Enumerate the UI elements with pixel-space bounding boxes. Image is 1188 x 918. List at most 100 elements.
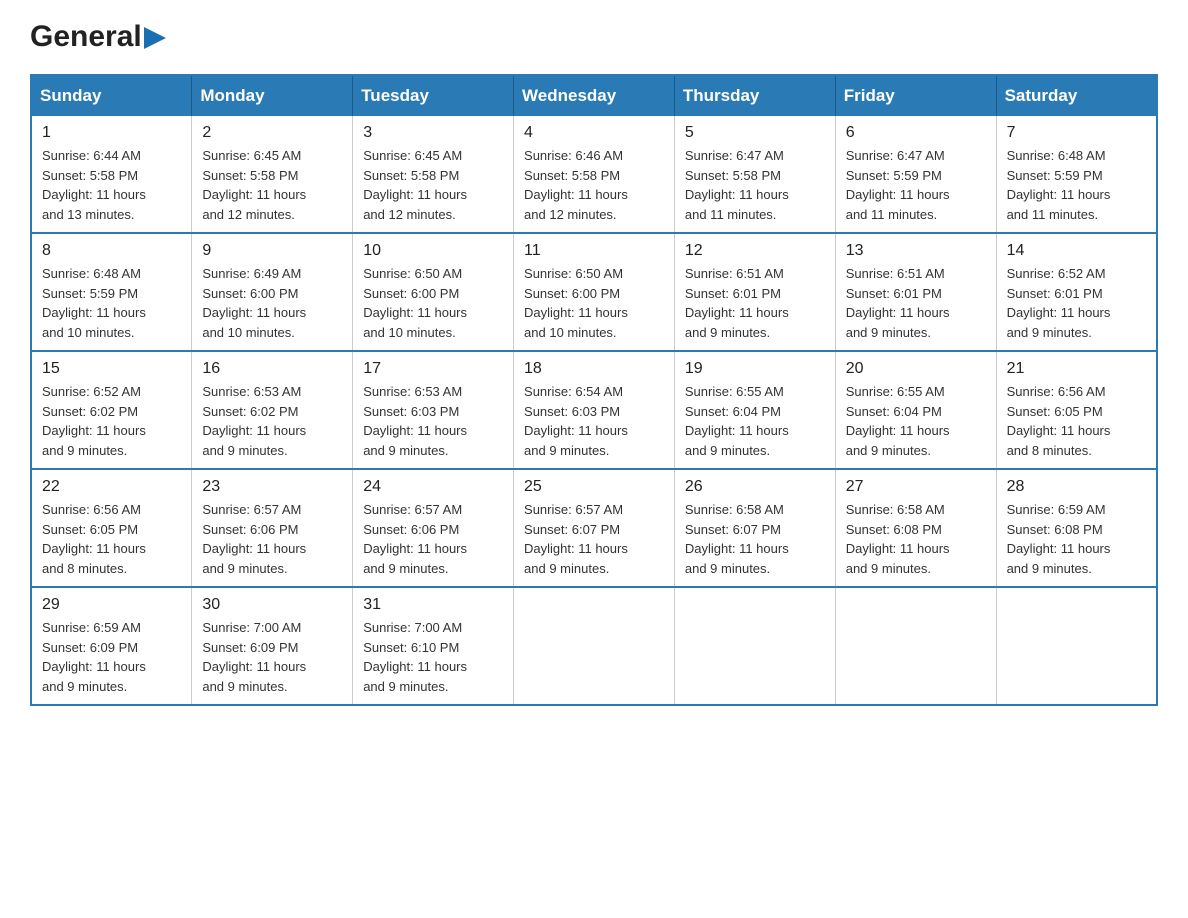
calendar-header-wednesday: Wednesday [514, 75, 675, 116]
calendar-cell: 7 Sunrise: 6:48 AM Sunset: 5:59 PM Dayli… [996, 116, 1157, 233]
logo-general-part: General [30, 20, 142, 54]
day-number: 9 [202, 242, 342, 260]
day-info: Sunrise: 6:57 AM Sunset: 6:06 PM Dayligh… [363, 500, 503, 578]
calendar-cell: 14 Sunrise: 6:52 AM Sunset: 6:01 PM Dayl… [996, 233, 1157, 351]
day-info: Sunrise: 6:51 AM Sunset: 6:01 PM Dayligh… [685, 264, 825, 342]
day-number: 23 [202, 478, 342, 496]
day-info: Sunrise: 6:47 AM Sunset: 5:59 PM Dayligh… [846, 146, 986, 224]
day-number: 17 [363, 360, 503, 378]
day-number: 18 [524, 360, 664, 378]
calendar-cell: 24 Sunrise: 6:57 AM Sunset: 6:06 PM Dayl… [353, 469, 514, 587]
day-number: 31 [363, 596, 503, 614]
calendar-cell: 12 Sunrise: 6:51 AM Sunset: 6:01 PM Dayl… [674, 233, 835, 351]
day-info: Sunrise: 6:53 AM Sunset: 6:03 PM Dayligh… [363, 382, 503, 460]
day-info: Sunrise: 6:53 AM Sunset: 6:02 PM Dayligh… [202, 382, 342, 460]
day-info: Sunrise: 6:46 AM Sunset: 5:58 PM Dayligh… [524, 146, 664, 224]
day-number: 28 [1007, 478, 1146, 496]
calendar-cell: 20 Sunrise: 6:55 AM Sunset: 6:04 PM Dayl… [835, 351, 996, 469]
calendar-cell: 19 Sunrise: 6:55 AM Sunset: 6:04 PM Dayl… [674, 351, 835, 469]
calendar-header-row: SundayMondayTuesdayWednesdayThursdayFrid… [31, 75, 1157, 116]
calendar-cell: 21 Sunrise: 6:56 AM Sunset: 6:05 PM Dayl… [996, 351, 1157, 469]
calendar-cell [996, 587, 1157, 705]
day-info: Sunrise: 6:45 AM Sunset: 5:58 PM Dayligh… [202, 146, 342, 224]
day-number: 6 [846, 124, 986, 142]
day-number: 29 [42, 596, 181, 614]
day-number: 15 [42, 360, 181, 378]
day-number: 8 [42, 242, 181, 260]
calendar-cell: 16 Sunrise: 6:53 AM Sunset: 6:02 PM Dayl… [192, 351, 353, 469]
calendar-cell: 30 Sunrise: 7:00 AM Sunset: 6:09 PM Dayl… [192, 587, 353, 705]
day-number: 27 [846, 478, 986, 496]
day-info: Sunrise: 6:55 AM Sunset: 6:04 PM Dayligh… [846, 382, 986, 460]
calendar-cell: 29 Sunrise: 6:59 AM Sunset: 6:09 PM Dayl… [31, 587, 192, 705]
logo-arrow-icon [144, 27, 166, 49]
day-info: Sunrise: 6:55 AM Sunset: 6:04 PM Dayligh… [685, 382, 825, 460]
day-number: 13 [846, 242, 986, 260]
calendar-cell: 17 Sunrise: 6:53 AM Sunset: 6:03 PM Dayl… [353, 351, 514, 469]
day-info: Sunrise: 6:44 AM Sunset: 5:58 PM Dayligh… [42, 146, 181, 224]
calendar-cell: 31 Sunrise: 7:00 AM Sunset: 6:10 PM Dayl… [353, 587, 514, 705]
day-info: Sunrise: 6:51 AM Sunset: 6:01 PM Dayligh… [846, 264, 986, 342]
calendar-cell: 2 Sunrise: 6:45 AM Sunset: 5:58 PM Dayli… [192, 116, 353, 233]
day-number: 3 [363, 124, 503, 142]
calendar-cell: 3 Sunrise: 6:45 AM Sunset: 5:58 PM Dayli… [353, 116, 514, 233]
calendar-header-friday: Friday [835, 75, 996, 116]
day-info: Sunrise: 6:50 AM Sunset: 6:00 PM Dayligh… [363, 264, 503, 342]
day-number: 14 [1007, 242, 1146, 260]
calendar-header-monday: Monday [192, 75, 353, 116]
calendar-cell [674, 587, 835, 705]
day-number: 25 [524, 478, 664, 496]
day-info: Sunrise: 6:58 AM Sunset: 6:07 PM Dayligh… [685, 500, 825, 578]
calendar-week-row-5: 29 Sunrise: 6:59 AM Sunset: 6:09 PM Dayl… [31, 587, 1157, 705]
day-number: 1 [42, 124, 181, 142]
calendar-table: SundayMondayTuesdayWednesdayThursdayFrid… [30, 74, 1158, 706]
day-info: Sunrise: 6:48 AM Sunset: 5:59 PM Dayligh… [42, 264, 181, 342]
day-info: Sunrise: 6:47 AM Sunset: 5:58 PM Dayligh… [685, 146, 825, 224]
calendar-cell: 28 Sunrise: 6:59 AM Sunset: 6:08 PM Dayl… [996, 469, 1157, 587]
day-number: 21 [1007, 360, 1146, 378]
day-number: 22 [42, 478, 181, 496]
calendar-cell: 5 Sunrise: 6:47 AM Sunset: 5:58 PM Dayli… [674, 116, 835, 233]
day-number: 24 [363, 478, 503, 496]
calendar-cell: 26 Sunrise: 6:58 AM Sunset: 6:07 PM Dayl… [674, 469, 835, 587]
calendar-header-saturday: Saturday [996, 75, 1157, 116]
day-number: 20 [846, 360, 986, 378]
calendar-header-thursday: Thursday [674, 75, 835, 116]
calendar-cell: 1 Sunrise: 6:44 AM Sunset: 5:58 PM Dayli… [31, 116, 192, 233]
day-number: 5 [685, 124, 825, 142]
calendar-cell: 18 Sunrise: 6:54 AM Sunset: 6:03 PM Dayl… [514, 351, 675, 469]
calendar-week-row-2: 8 Sunrise: 6:48 AM Sunset: 5:59 PM Dayli… [31, 233, 1157, 351]
day-info: Sunrise: 6:45 AM Sunset: 5:58 PM Dayligh… [363, 146, 503, 224]
calendar-cell: 25 Sunrise: 6:57 AM Sunset: 6:07 PM Dayl… [514, 469, 675, 587]
calendar-cell: 15 Sunrise: 6:52 AM Sunset: 6:02 PM Dayl… [31, 351, 192, 469]
calendar-header-sunday: Sunday [31, 75, 192, 116]
calendar-week-row-1: 1 Sunrise: 6:44 AM Sunset: 5:58 PM Dayli… [31, 116, 1157, 233]
day-info: Sunrise: 6:56 AM Sunset: 6:05 PM Dayligh… [42, 500, 181, 578]
day-number: 26 [685, 478, 825, 496]
calendar-week-row-3: 15 Sunrise: 6:52 AM Sunset: 6:02 PM Dayl… [31, 351, 1157, 469]
day-info: Sunrise: 6:56 AM Sunset: 6:05 PM Dayligh… [1007, 382, 1146, 460]
day-info: Sunrise: 6:49 AM Sunset: 6:00 PM Dayligh… [202, 264, 342, 342]
page-header: General Blue [30, 20, 1158, 54]
day-info: Sunrise: 7:00 AM Sunset: 6:09 PM Dayligh… [202, 618, 342, 696]
calendar-cell: 27 Sunrise: 6:58 AM Sunset: 6:08 PM Dayl… [835, 469, 996, 587]
day-info: Sunrise: 6:52 AM Sunset: 6:01 PM Dayligh… [1007, 264, 1146, 342]
day-info: Sunrise: 7:00 AM Sunset: 6:10 PM Dayligh… [363, 618, 503, 696]
day-info: Sunrise: 6:59 AM Sunset: 6:09 PM Dayligh… [42, 618, 181, 696]
day-number: 19 [685, 360, 825, 378]
day-number: 16 [202, 360, 342, 378]
day-info: Sunrise: 6:58 AM Sunset: 6:08 PM Dayligh… [846, 500, 986, 578]
calendar-cell: 22 Sunrise: 6:56 AM Sunset: 6:05 PM Dayl… [31, 469, 192, 587]
day-number: 7 [1007, 124, 1146, 142]
calendar-cell: 23 Sunrise: 6:57 AM Sunset: 6:06 PM Dayl… [192, 469, 353, 587]
day-number: 12 [685, 242, 825, 260]
calendar-cell [835, 587, 996, 705]
calendar-cell: 10 Sunrise: 6:50 AM Sunset: 6:00 PM Dayl… [353, 233, 514, 351]
day-number: 4 [524, 124, 664, 142]
calendar-cell: 6 Sunrise: 6:47 AM Sunset: 5:59 PM Dayli… [835, 116, 996, 233]
day-number: 10 [363, 242, 503, 260]
calendar-cell: 13 Sunrise: 6:51 AM Sunset: 6:01 PM Dayl… [835, 233, 996, 351]
day-info: Sunrise: 6:52 AM Sunset: 6:02 PM Dayligh… [42, 382, 181, 460]
day-info: Sunrise: 6:57 AM Sunset: 6:07 PM Dayligh… [524, 500, 664, 578]
logo-top-row: General [30, 20, 210, 54]
